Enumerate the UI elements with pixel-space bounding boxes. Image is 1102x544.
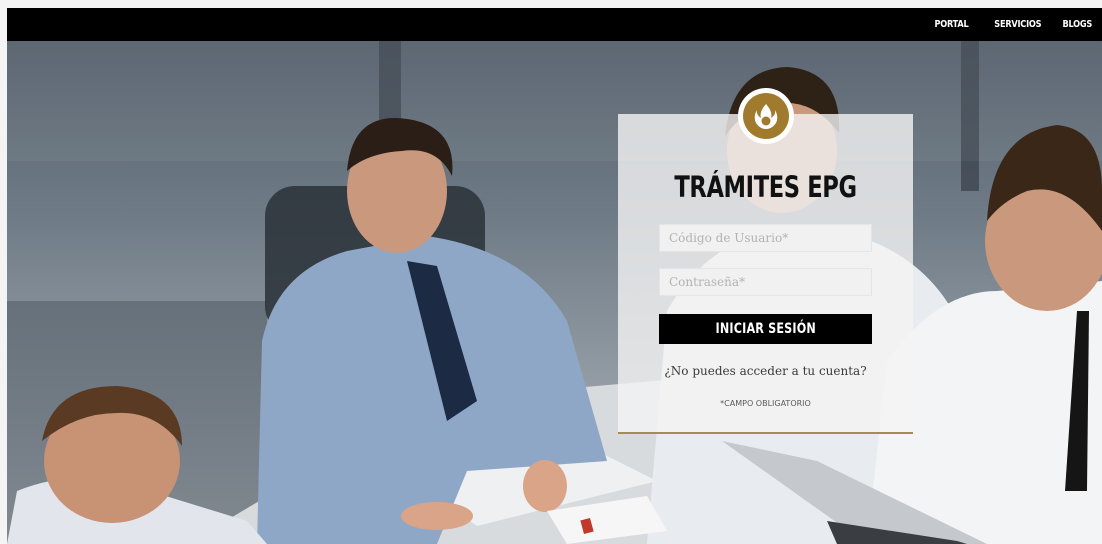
page-left-margin (0, 8, 7, 544)
login-button-label: INICIAR SESIÓN (715, 321, 816, 337)
required-field-note: *CAMPO OBLIGATORIO (720, 399, 811, 408)
main-nav: PORTAL SERVICIOS BLOGS (927, 8, 1093, 41)
page-title: TRÁMITES EPG (674, 170, 857, 204)
flame-logo-icon (738, 88, 794, 144)
hero-background-photo (7, 41, 1102, 544)
logo-badge (743, 93, 789, 139)
nav-blogs-link[interactable]: BLOGS (1062, 19, 1092, 30)
username-input[interactable] (659, 224, 872, 252)
top-navigation-bar: PORTAL SERVICIOS BLOGS (7, 8, 1102, 41)
nav-servicios-link[interactable]: SERVICIOS (994, 19, 1041, 30)
forgot-account-link[interactable]: ¿No puedes acceder a tu cuenta? (618, 364, 913, 378)
flame-icon (754, 104, 778, 129)
page-top-margin (0, 0, 1102, 8)
login-card: TRÁMITES EPG INICIAR SESIÓN ¿No puedes a… (618, 88, 913, 434)
password-input[interactable] (659, 268, 872, 296)
office-meeting-illustration (7, 41, 1102, 544)
login-button[interactable]: INICIAR SESIÓN (659, 314, 872, 344)
nav-portal-link[interactable]: PORTAL (935, 19, 969, 30)
